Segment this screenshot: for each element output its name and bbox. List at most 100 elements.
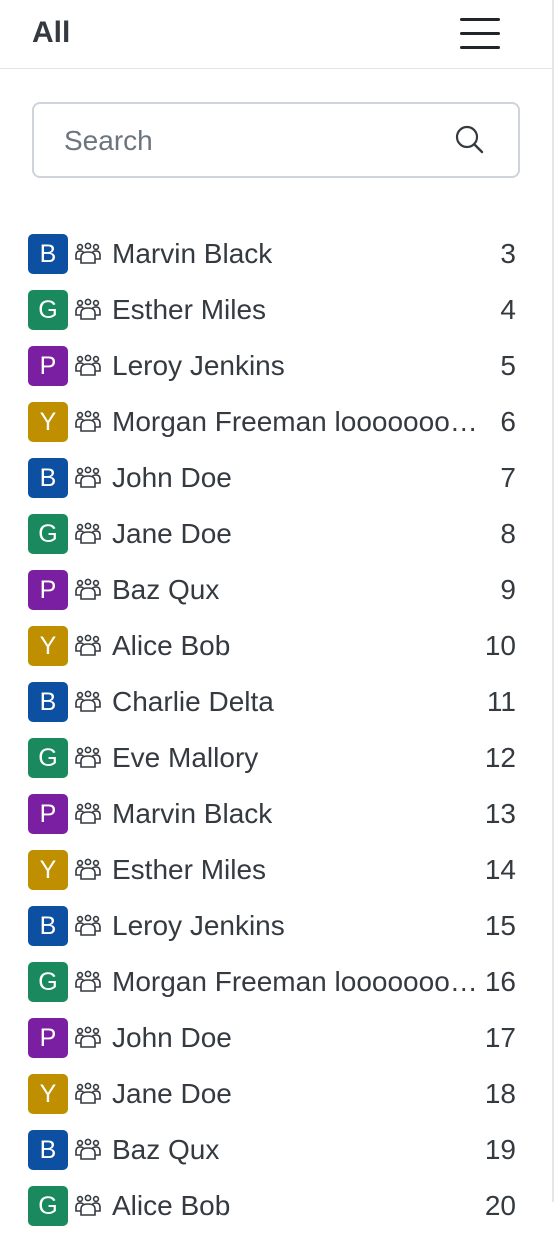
group-icon bbox=[75, 746, 101, 768]
group-icon bbox=[75, 802, 101, 824]
item-count: 19 bbox=[484, 1134, 516, 1165]
avatar-badge: G bbox=[28, 1186, 68, 1226]
search-icon[interactable] bbox=[454, 124, 486, 156]
group-icon bbox=[75, 690, 101, 712]
list-item[interactable]: B John Doe 7 bbox=[0, 450, 552, 506]
avatar-badge: Y bbox=[28, 626, 68, 666]
item-name: Alice Bob bbox=[112, 630, 231, 661]
list-item[interactable]: B Marvin Black 3 bbox=[0, 226, 552, 282]
item-count: 14 bbox=[484, 854, 516, 885]
item-name: John Doe bbox=[112, 1022, 232, 1053]
item-count: 3 bbox=[500, 238, 516, 269]
search-input[interactable] bbox=[64, 122, 444, 160]
menu-icon bbox=[460, 18, 500, 21]
list-item[interactable]: G Eve Mallory 12 bbox=[0, 730, 552, 786]
item-count: 4 bbox=[500, 294, 516, 325]
avatar-badge: P bbox=[28, 794, 68, 834]
menu-icon-bar bbox=[460, 46, 500, 49]
avatar-badge: B bbox=[28, 1130, 68, 1170]
item-count: 5 bbox=[500, 350, 516, 381]
list-item[interactable]: B Charlie Delta 11 bbox=[0, 674, 552, 730]
avatar-badge: B bbox=[28, 682, 68, 722]
item-name: Alice Bob bbox=[112, 1190, 231, 1221]
list-item[interactable]: P Leroy Jenkins 5 bbox=[0, 338, 552, 394]
avatar-badge: P bbox=[28, 1018, 68, 1058]
item-name: Baz Qux bbox=[112, 574, 220, 605]
avatar-badge: Y bbox=[28, 1074, 68, 1114]
list-item[interactable]: Y Jane Doe 18 bbox=[0, 1066, 552, 1122]
avatar-badge: Y bbox=[28, 402, 68, 442]
list-item[interactable]: Y Esther Miles 14 bbox=[0, 842, 552, 898]
item-count: 20 bbox=[484, 1190, 516, 1221]
group-icon bbox=[75, 634, 101, 656]
item-name: Marvin Black bbox=[112, 798, 273, 829]
header-bar: All bbox=[0, 0, 552, 69]
item-name: Baz Qux bbox=[112, 1134, 220, 1165]
avatar-badge: P bbox=[28, 570, 68, 610]
search-box[interactable] bbox=[32, 102, 520, 178]
list-item[interactable]: P Baz Qux 9 bbox=[0, 562, 552, 618]
item-list: B Marvin Black 3 G Esther Miles 4 P Lero… bbox=[0, 226, 552, 1234]
avatar-badge: B bbox=[28, 234, 68, 274]
avatar-badge: B bbox=[28, 458, 68, 498]
group-icon bbox=[75, 914, 101, 936]
list-item[interactable]: G Morgan Freeman looooooooooooooooong 16 bbox=[0, 954, 552, 1010]
item-name: Marvin Black bbox=[112, 238, 273, 269]
group-icon bbox=[75, 858, 101, 880]
list-item[interactable]: Y Alice Bob 10 bbox=[0, 618, 552, 674]
item-count: 13 bbox=[484, 798, 516, 829]
item-name: Charlie Delta bbox=[112, 686, 274, 717]
item-count: 11 bbox=[486, 686, 516, 717]
item-count: 17 bbox=[484, 1022, 516, 1053]
item-name: Eve Mallory bbox=[112, 742, 259, 773]
group-icon bbox=[75, 1138, 101, 1160]
item-count: 16 bbox=[484, 966, 516, 997]
group-icon bbox=[75, 410, 101, 432]
list-item[interactable]: P Marvin Black 13 bbox=[0, 786, 552, 842]
item-name: Esther Miles bbox=[112, 294, 267, 325]
item-count: 9 bbox=[500, 574, 516, 605]
avatar-badge: B bbox=[28, 906, 68, 946]
list-item[interactable]: G Alice Bob 20 bbox=[0, 1178, 552, 1234]
list-item[interactable]: Y Morgan Freeman looooooooooooooooong 6 bbox=[0, 394, 552, 450]
menu-icon-bar bbox=[460, 32, 500, 35]
item-count: 18 bbox=[484, 1078, 516, 1109]
hamburger-menu-button[interactable] bbox=[460, 18, 502, 52]
avatar-badge: G bbox=[28, 290, 68, 330]
group-icon bbox=[75, 242, 101, 264]
group-icon bbox=[75, 466, 101, 488]
item-count: 15 bbox=[484, 910, 516, 941]
avatar-badge: G bbox=[28, 962, 68, 1002]
avatar-badge: Y bbox=[28, 850, 68, 890]
list-item[interactable]: B Baz Qux 19 bbox=[0, 1122, 552, 1178]
item-name: John Doe bbox=[112, 462, 232, 493]
avatar-badge: P bbox=[28, 346, 68, 386]
list-item[interactable]: G Esther Miles 4 bbox=[0, 282, 552, 338]
item-name: Morgan Freeman looooooooooooooooong bbox=[112, 966, 482, 997]
group-icon bbox=[75, 522, 101, 544]
item-name: Leroy Jenkins bbox=[112, 350, 285, 381]
group-icon bbox=[75, 354, 101, 376]
item-name: Leroy Jenkins bbox=[112, 910, 285, 941]
list-item[interactable]: G Jane Doe 8 bbox=[0, 506, 552, 562]
item-count: 6 bbox=[500, 406, 516, 437]
item-name: Morgan Freeman looooooooooooooooong bbox=[112, 406, 482, 437]
item-count: 8 bbox=[500, 518, 516, 549]
avatar-badge: G bbox=[28, 738, 68, 778]
item-name: Jane Doe bbox=[112, 1078, 232, 1109]
group-icon bbox=[75, 970, 101, 992]
item-name: Esther Miles bbox=[112, 854, 267, 885]
group-icon bbox=[75, 1026, 101, 1048]
group-icon bbox=[75, 298, 101, 320]
item-name: Jane Doe bbox=[112, 518, 232, 549]
item-count: 12 bbox=[484, 742, 516, 773]
group-icon bbox=[75, 578, 101, 600]
item-count: 7 bbox=[500, 462, 516, 493]
item-count: 10 bbox=[484, 630, 516, 661]
group-icon bbox=[75, 1194, 101, 1216]
avatar-badge: G bbox=[28, 514, 68, 554]
list-item[interactable]: P John Doe 17 bbox=[0, 1010, 552, 1066]
page-title: All bbox=[32, 16, 71, 49]
list-item[interactable]: B Leroy Jenkins 15 bbox=[0, 898, 552, 954]
group-icon bbox=[75, 1082, 101, 1104]
